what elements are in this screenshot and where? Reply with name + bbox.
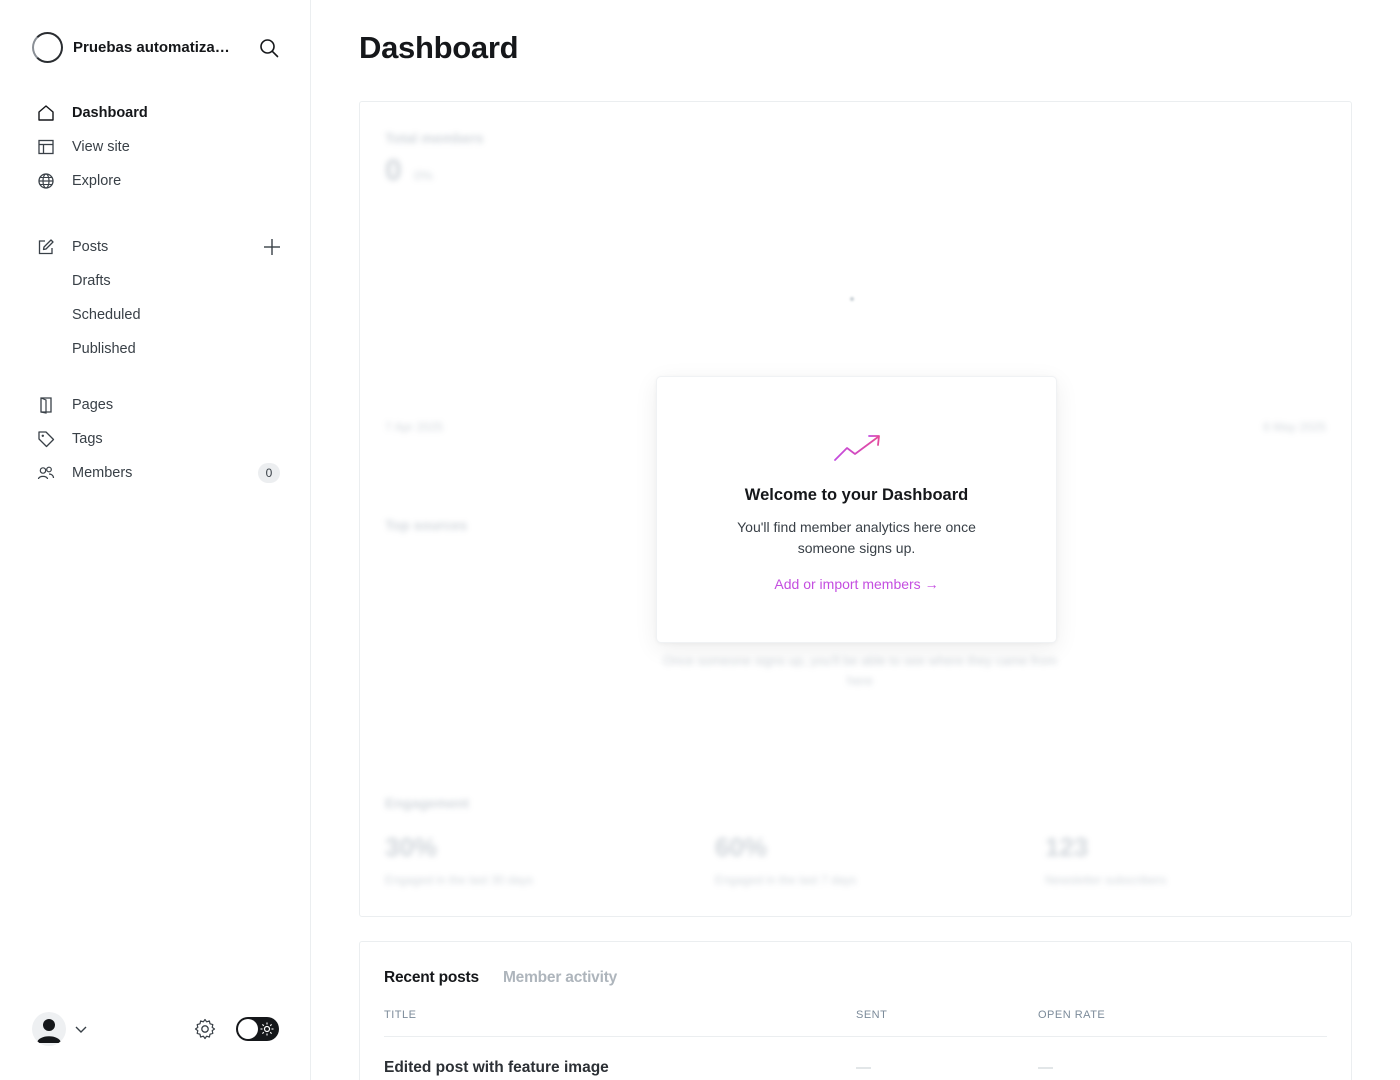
total-members-pct: 0%	[414, 168, 433, 183]
nav-label-posts: Posts	[72, 239, 109, 255]
nav-label-tags: Tags	[72, 431, 103, 447]
nav-item-members[interactable]: Members 0	[36, 456, 286, 490]
total-members-label: Total members	[385, 130, 484, 146]
page-icon	[36, 395, 56, 415]
user-avatar[interactable]	[32, 1012, 66, 1046]
nav-label-published: Published	[72, 341, 136, 357]
engagement-metric: 30% Engaged in the last 30 days	[385, 832, 533, 887]
tab-member-activity[interactable]: Member activity	[503, 969, 617, 987]
post-title[interactable]: Edited post with feature image	[384, 1059, 609, 1077]
chart-date-start: 7 Apr 2025	[385, 420, 444, 434]
content-nav: Posts Drafts Scheduled Published	[36, 230, 286, 366]
sidebar: Pruebas automatizadas Dashboard View sit…	[0, 0, 311, 1080]
metric-label: Engaged in the last 7 days	[715, 873, 857, 887]
engagement-label: Engagement	[385, 795, 470, 811]
plus-icon[interactable]	[262, 237, 282, 257]
nav-label-members: Members	[72, 465, 133, 481]
metric-label: Engaged in the last 30 days	[385, 873, 534, 887]
nav-item-pages[interactable]: Pages	[36, 388, 286, 422]
add-import-members-link[interactable]: Add or import members →	[657, 576, 1056, 592]
analytics-card: Total members 0 0% 7 Apr 2025 6 May 2025…	[359, 101, 1352, 917]
engagement-metric: 123 Newsletter subscribers	[1045, 832, 1166, 887]
nav-item-dashboard[interactable]: Dashboard	[36, 96, 286, 130]
toggle-knob	[238, 1019, 258, 1039]
nav-item-scheduled[interactable]: Scheduled	[36, 298, 286, 332]
recent-tabs: Recent posts Member activity	[384, 969, 617, 987]
nav-label-dashboard: Dashboard	[72, 105, 148, 121]
nav-item-tags[interactable]: Tags	[36, 422, 286, 456]
column-header-title: TITLE	[384, 1009, 417, 1021]
chevron-down-icon[interactable]	[74, 1022, 88, 1036]
layout-icon	[36, 137, 56, 157]
site-nav: Pages Tags Members 0	[36, 388, 286, 490]
metric-value: 30%	[385, 832, 438, 862]
sidebar-footer	[32, 1012, 282, 1046]
nav-item-explore[interactable]: Explore	[36, 164, 286, 198]
search-icon[interactable]	[258, 37, 280, 59]
page-title: Dashboard	[359, 30, 519, 65]
main-nav: Dashboard View site Explore	[36, 96, 286, 198]
welcome-text: You'll find member analytics here once s…	[737, 519, 976, 556]
metric-value: 123	[1045, 832, 1089, 862]
post-open-rate: —	[1038, 1059, 1053, 1076]
members-icon	[36, 463, 56, 483]
site-brand[interactable]: Pruebas automatizadas	[32, 32, 235, 63]
edit-icon	[36, 237, 56, 257]
main-content: Dashboard Total members 0 0% 7 Apr 2025 …	[311, 0, 1400, 1080]
tag-icon	[36, 429, 56, 449]
nav-label-pages: Pages	[72, 397, 114, 413]
top-sources-note: Once someone signs up, you'll be able to…	[662, 653, 1058, 688]
nav-item-posts[interactable]: Posts	[36, 230, 286, 264]
metric-value: 60%	[715, 832, 768, 862]
nav-label-explore: Explore	[72, 173, 122, 189]
welcome-panel: Welcome to your Dashboard You'll find me…	[656, 376, 1057, 643]
nav-label-drafts: Drafts	[72, 273, 111, 289]
nav-item-drafts[interactable]: Drafts	[36, 264, 286, 298]
trend-up-icon	[834, 435, 880, 461]
sun-icon	[260, 1022, 274, 1036]
home-icon	[36, 103, 56, 123]
theme-toggle[interactable]	[236, 1017, 279, 1041]
metric-label: Newsletter subscribers	[1045, 873, 1167, 887]
app-root: Pruebas automatizadas Dashboard View sit…	[0, 0, 1400, 1080]
nav-label-view-site: View site	[72, 139, 130, 155]
header-divider	[384, 1036, 1327, 1037]
nav-item-published[interactable]: Published	[36, 332, 286, 366]
top-sources-label: Top sources	[385, 517, 468, 533]
add-import-members-label: Add or import members →	[774, 576, 939, 592]
site-name: Pruebas automatizadas	[73, 39, 235, 56]
welcome-title: Welcome to your Dashboard	[744, 486, 969, 504]
engagement-metric: 60% Engaged in the last 7 days	[715, 832, 856, 887]
column-header-open-rate: OPEN RATE	[1038, 1009, 1106, 1021]
chart-point	[850, 297, 854, 301]
total-members-value: 0	[385, 154, 402, 187]
nav-label-scheduled: Scheduled	[72, 307, 141, 323]
post-sent: —	[856, 1059, 871, 1076]
nav-item-view-site[interactable]: View site	[36, 130, 286, 164]
tab-recent-posts[interactable]: Recent posts	[384, 969, 479, 987]
site-logo	[32, 32, 63, 63]
chart-date-end: 6 May 2025	[1263, 420, 1326, 434]
globe-icon	[36, 171, 56, 191]
gear-icon[interactable]	[193, 1017, 217, 1041]
recent-posts-card: Recent posts Member activity TITLE SENT …	[359, 941, 1352, 1080]
members-count-badge: 0	[258, 463, 280, 483]
column-header-sent: SENT	[856, 1009, 888, 1021]
